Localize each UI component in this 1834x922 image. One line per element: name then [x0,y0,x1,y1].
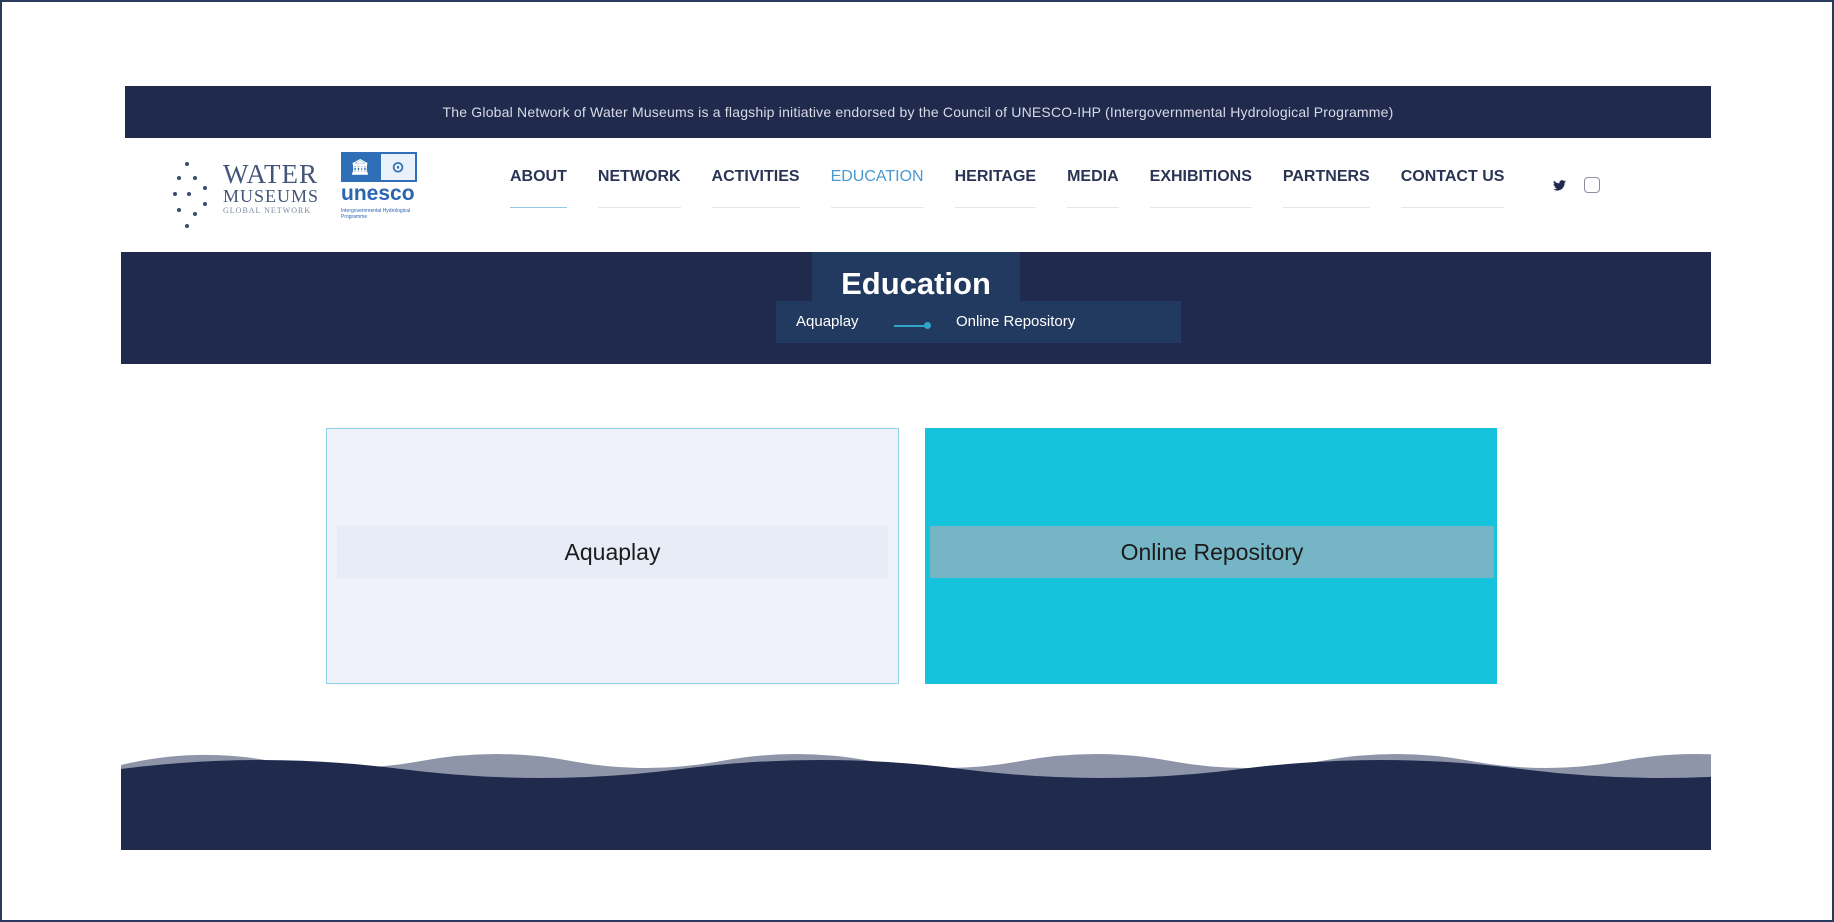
nav-exhibitions[interactable]: EXHIBITIONS [1149,168,1252,208]
nav-contact-us-label: CONTACT US [1400,168,1505,185]
wave-graphic [121,754,1801,850]
unesco-logo[interactable]: 🏛 ⊙ unesco Intergovernmental Hydrologica… [341,152,431,240]
social-links [1550,176,1600,194]
announcement-bar: The Global Network of Water Museums is a… [125,86,1711,138]
unesco-drop-icon: ⊙ [379,152,417,182]
unesco-subtitle: Intergovernmental Hydrological Programme [341,208,411,220]
dots-icon [173,162,227,234]
unesco-temple-icon: 🏛 [341,152,379,182]
aquaplay-card-label: Aquaplay [337,526,888,578]
nav-contact-us[interactable]: CONTACT US [1400,168,1505,208]
page-title: Education [841,266,991,301]
nav-education[interactable]: EDUCATION [830,168,924,208]
arrow-right-icon [894,322,931,329]
online-repository-card[interactable]: Online Repository [925,428,1497,684]
site-header: WATER MUSEUMS GLOBAL NETWORK 🏛 ⊙ unesco … [125,138,1711,252]
aquaplay-card[interactable]: Aquaplay [326,428,899,684]
logo-global-network: GLOBAL NETWORK [223,206,312,215]
nav-activities-label: ACTIVITIES [711,168,800,185]
nav-about[interactable]: ABOUT [510,168,567,208]
breadcrumb: Aquaplay Online Repository [776,301,1181,343]
nav-heritage-label: HERITAGE [954,168,1037,185]
announcement-text: The Global Network of Water Museums is a… [442,104,1394,120]
banner-title-box: Education [812,252,1020,302]
logo-water: WATER [223,159,318,189]
nav-activities[interactable]: ACTIVITIES [711,168,800,208]
logo-museums: MUSEUMS [223,186,320,206]
nav-partners-label: PARTNERS [1282,168,1370,185]
instagram-icon[interactable] [1584,177,1600,193]
unesco-name: unesco [341,182,415,205]
main-nav: ABOUT NETWORK ACTIVITIES EDUCATION HERIT… [510,168,1535,208]
nav-heritage[interactable]: HERITAGE [954,168,1037,208]
nav-network-label: NETWORK [597,168,681,185]
nav-education-label: EDUCATION [830,168,924,185]
twitter-icon[interactable] [1550,176,1568,194]
nav-network[interactable]: NETWORK [597,168,681,208]
water-museums-logo[interactable]: WATER MUSEUMS GLOBAL NETWORK 🏛 ⊙ unesco … [173,152,423,240]
nav-about-label: ABOUT [510,168,567,185]
nav-media[interactable]: MEDIA [1067,168,1119,208]
breadcrumb-online-repository[interactable]: Online Repository [956,313,1075,330]
wave-footer [121,745,1801,850]
online-repository-card-label: Online Repository [930,526,1494,578]
nav-partners[interactable]: PARTNERS [1282,168,1370,208]
page-banner: Education Aquaplay Online Repository [121,252,1711,364]
breadcrumb-aquaplay[interactable]: Aquaplay [796,313,859,330]
nav-exhibitions-label: EXHIBITIONS [1149,168,1252,185]
logo-text: WATER MUSEUMS GLOBAL NETWORK [223,159,320,216]
nav-media-label: MEDIA [1067,168,1119,185]
